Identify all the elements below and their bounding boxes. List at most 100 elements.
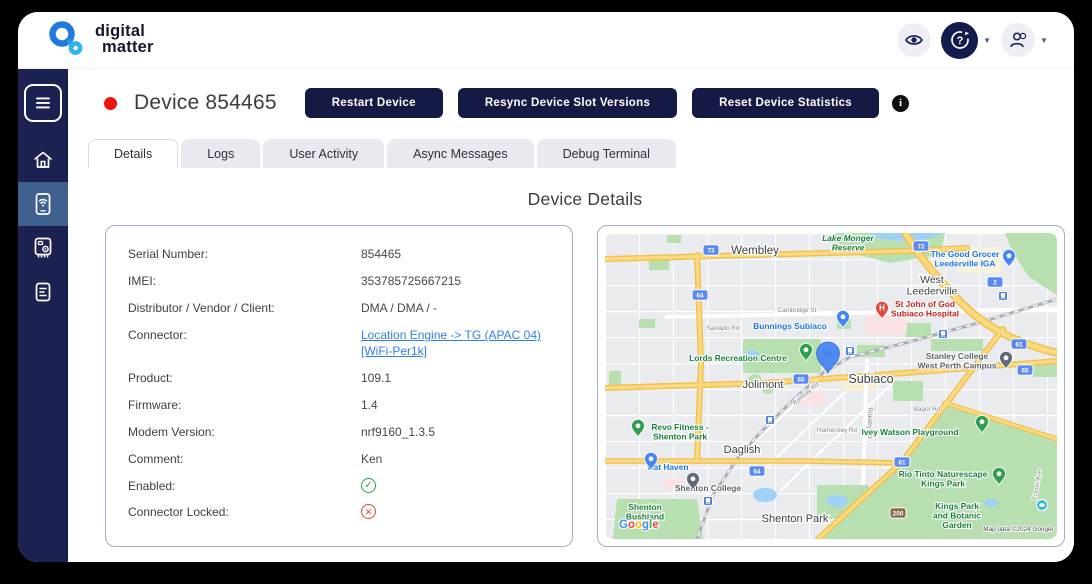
digital-matter-logo[interactable]: digital matter: [48, 21, 154, 59]
train-station-icon: [999, 292, 1008, 301]
logo-text: digital matter: [95, 24, 154, 55]
status-dot: [104, 97, 117, 110]
user-caret-icon[interactable]: ▼: [1040, 36, 1048, 45]
detail-value: ✓: [361, 478, 554, 493]
eye-icon[interactable]: [897, 23, 931, 57]
route-shield: 72: [913, 241, 929, 251]
svg-text:64: 64: [696, 292, 704, 299]
app-window: digital matter ? ▼: [18, 12, 1074, 562]
tab-debug-terminal[interactable]: Debug Terminal: [537, 139, 676, 168]
detail-label: Connector Locked:: [128, 504, 361, 519]
svg-text:?: ?: [956, 35, 963, 47]
device-action-button-0[interactable]: Restart Device: [305, 88, 443, 118]
route-shield: 2: [987, 277, 1003, 287]
detail-row: Serial Number:854465: [128, 241, 554, 268]
suburb-label: Wembley: [731, 245, 779, 257]
map-card: Cambridge StSalvado RdBagot RdHamersley …: [597, 225, 1065, 547]
route-shield: 64: [692, 290, 708, 300]
detail-row: Firmware:1.4: [128, 392, 554, 419]
enabled-check-icon: ✓: [361, 478, 376, 493]
connector-link[interactable]: Location Engine -> TG (APAC 04) [WiFi-Pe…: [361, 328, 541, 358]
tab-async-messages[interactable]: Async Messages: [387, 139, 533, 168]
poi-label: Lords Recreation Centre: [689, 353, 787, 363]
main-content: Device 854465 Restart Device Resync Devic…: [68, 69, 1074, 562]
svg-text:61: 61: [1015, 341, 1023, 348]
detail-label: Modem Version:: [128, 424, 361, 439]
street-label: Cambridge St: [778, 307, 817, 314]
svg-text:H: H: [879, 304, 885, 313]
suburb-label: Shenton Park: [762, 513, 829, 525]
help-icon[interactable]: ?: [941, 22, 978, 59]
svg-text:200: 200: [893, 510, 904, 517]
sidebar-item-reports[interactable]: [18, 270, 68, 314]
device-location-map[interactable]: Cambridge StSalvado RdBagot RdHamersley …: [605, 233, 1057, 539]
top-header: digital matter ? ▼: [18, 12, 1074, 69]
google-logo[interactable]: Google: [619, 519, 659, 531]
help-caret-icon[interactable]: ▼: [983, 36, 991, 45]
tab-details[interactable]: Details: [88, 139, 178, 168]
detail-label: Product:: [128, 370, 361, 385]
street-label: Salvado Rd: [707, 325, 740, 332]
detail-value: 1.4: [361, 397, 554, 413]
detail-label: IMEI:: [128, 273, 361, 288]
page-title: Device 854465: [134, 91, 277, 115]
poi-label: Ivey Watson Playground: [862, 427, 959, 437]
route-shield: 61: [1011, 339, 1027, 349]
svg-text:65: 65: [1021, 367, 1029, 374]
route-shield: 200: [890, 508, 906, 518]
logo-mark-icon: [48, 21, 86, 59]
user-icon[interactable]: [1001, 23, 1035, 57]
svg-text:61: 61: [898, 459, 906, 466]
detail-value: 854465: [361, 246, 554, 262]
svg-text:64: 64: [753, 468, 761, 475]
train-station-icon: [704, 497, 713, 506]
svg-text:72: 72: [917, 243, 925, 250]
detail-row: Modem Version:nrf9160_1.3.5: [128, 419, 554, 446]
detail-value: DMA / DMA / -: [361, 300, 554, 316]
info-icon[interactable]: i: [892, 95, 909, 112]
tab-logs[interactable]: Logs: [181, 139, 260, 168]
detail-value: 109.1: [361, 370, 554, 386]
detail-value: ✕: [361, 504, 554, 519]
detail-row: Connector:Location Engine -> TG (APAC 04…: [128, 322, 554, 365]
detail-row: Enabled:✓: [128, 473, 554, 499]
route-shield: 61: [894, 457, 910, 467]
map-attribution: Map data ©2024 Google: [983, 525, 1053, 533]
detail-row: IMEI:353785725667215: [128, 268, 554, 295]
detail-value: 353785725667215: [361, 273, 554, 289]
menu-icon[interactable]: [24, 84, 62, 122]
detail-label: Firmware:: [128, 397, 361, 412]
hardware-icon: [32, 236, 54, 260]
suburb-label: Subiaco: [848, 372, 893, 386]
suburb-label: Jolimont: [743, 379, 784, 391]
tab-bar: DetailsLogsUser ActivityAsync MessagesDe…: [88, 139, 1074, 168]
svg-text:65: 65: [797, 376, 805, 383]
detail-label: Distributor / Vendor / Client:: [128, 300, 361, 315]
poi-label: Stanley CollegeWest Perth Campus: [918, 351, 997, 370]
detail-value: nrf9160_1.3.5: [361, 424, 554, 440]
poi-label: The Good GrocerLeederville IGA: [931, 249, 1001, 268]
camera-pin-icon: [1037, 500, 1048, 511]
tab-user-activity[interactable]: User Activity: [263, 139, 384, 168]
home-icon: [32, 149, 54, 171]
street-label: Bagot Rd: [914, 406, 941, 413]
route-shield: 65: [793, 374, 809, 384]
sidebar-item-devices[interactable]: [18, 182, 68, 226]
detail-label: Serial Number:: [128, 246, 361, 261]
sidebar-item-hardware[interactable]: [18, 226, 68, 270]
detail-row: Comment:Ken: [128, 446, 554, 473]
device-action-button-1[interactable]: Resync Device Slot Versions: [458, 88, 677, 118]
detail-label: Enabled:: [128, 478, 361, 493]
detail-row: Distributor / Vendor / Client:DMA / DMA …: [128, 295, 554, 322]
suburb-label: Daglish: [724, 444, 761, 456]
device-action-button-2[interactable]: Reset Device Statistics: [692, 88, 879, 118]
sidebar-item-home[interactable]: [18, 138, 68, 182]
poi-label: Shenton College: [675, 483, 741, 493]
svg-text:2: 2: [993, 279, 997, 286]
poi-label: Bunnings Subiaco: [753, 321, 827, 331]
reports-icon: [33, 281, 53, 303]
train-station-icon: [846, 347, 855, 356]
detail-row: Product:109.1: [128, 365, 554, 392]
detail-row: Connector Locked:✕: [128, 499, 554, 525]
route-shield: 65: [1017, 365, 1033, 375]
